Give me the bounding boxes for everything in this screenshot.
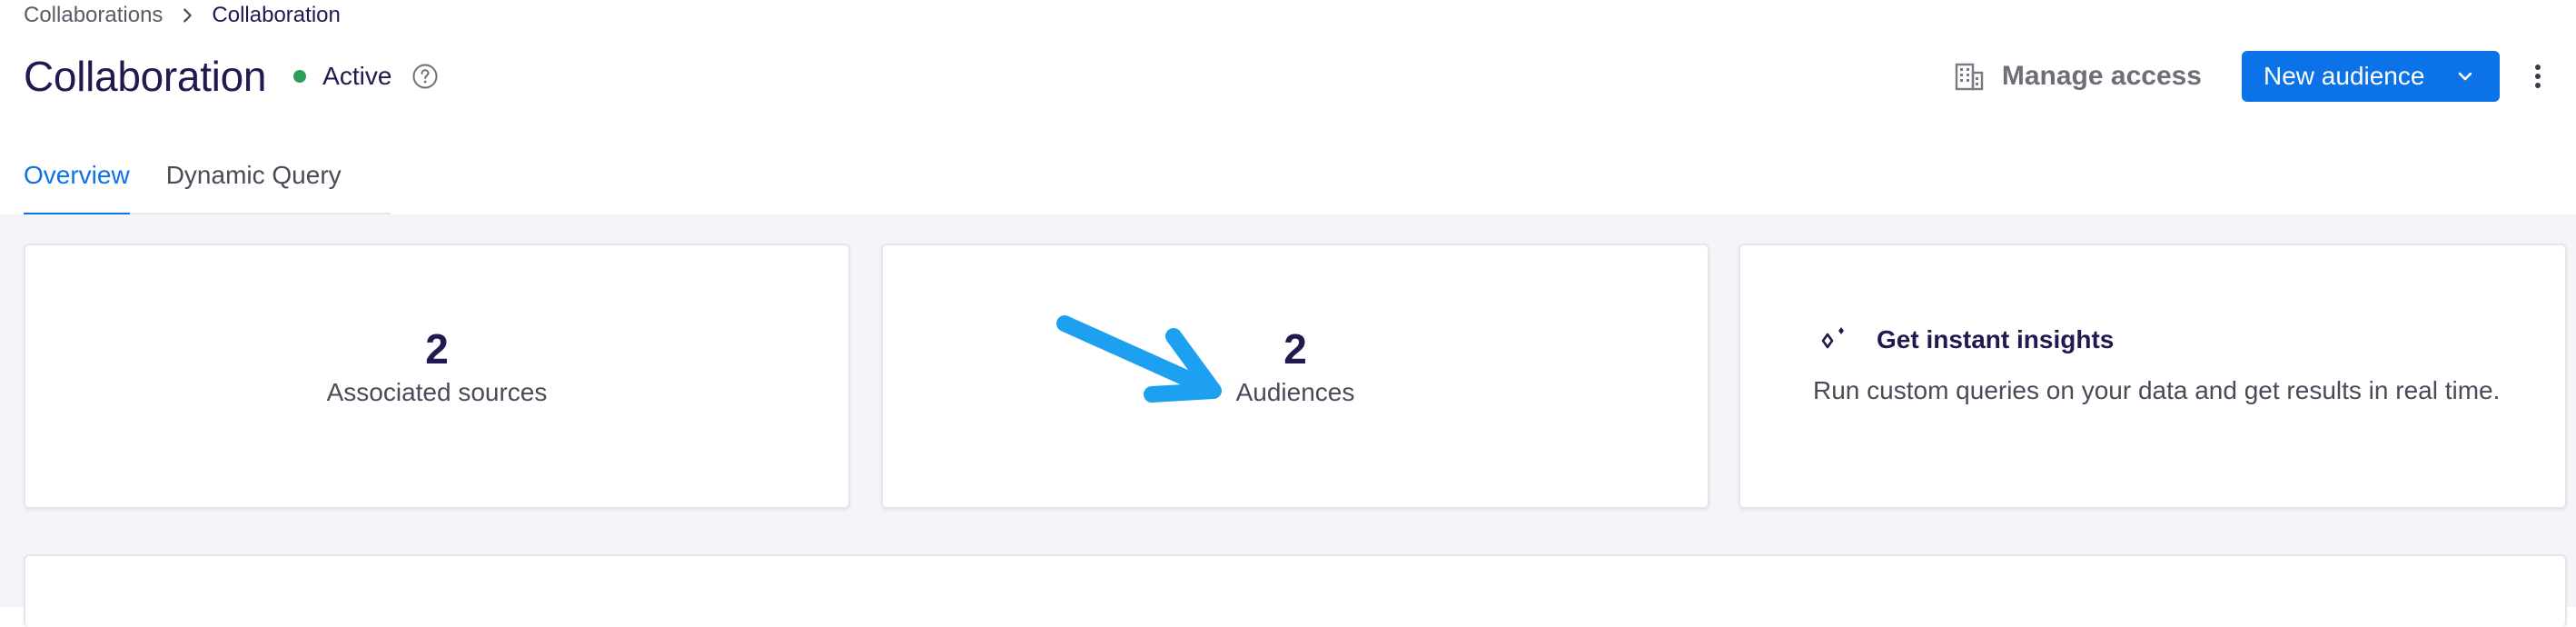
chevron-right-icon	[183, 8, 193, 23]
page-header: Collaborations Collaboration Collaborati…	[0, 0, 2576, 216]
annotation-arrow-icon	[1056, 315, 1222, 403]
associated-sources-card[interactable]: 2 Associated sources	[24, 244, 850, 509]
more-options-button[interactable]	[2518, 51, 2558, 102]
manage-access-label: Manage access	[2001, 61, 2202, 91]
tab-bar: Overview Dynamic Query	[24, 136, 391, 216]
tab-overview[interactable]: Overview	[24, 136, 130, 216]
building-icon	[1955, 63, 1984, 91]
breadcrumb: Collaborations Collaboration	[24, 0, 341, 31]
overview-content: 2 Associated sources 2 Audiences Get ins…	[0, 214, 2576, 627]
page-title: Collaboration	[24, 53, 267, 100]
status-badge: Active	[293, 62, 391, 91]
new-audience-button[interactable]: New audience	[2242, 51, 2500, 102]
more-vertical-icon	[2535, 65, 2541, 88]
sparkle-icon	[1821, 327, 1844, 349]
associated-sources-stat: 2 Associated sources	[25, 322, 848, 407]
lower-panel	[24, 554, 2567, 627]
breadcrumb-current: Collaboration	[212, 3, 341, 27]
manage-access-button[interactable]: Manage access	[1953, 60, 2202, 93]
chevron-down-icon	[2458, 72, 2472, 81]
audiences-label: Audiences	[1235, 378, 1355, 406]
audiences-stat: 2 Audiences	[883, 322, 1708, 407]
tab-dynamic-query[interactable]: Dynamic Query	[166, 136, 342, 214]
status-dot	[293, 70, 307, 83]
insights-title: Get instant insights	[1877, 325, 2115, 353]
status-label: Active	[322, 62, 392, 90]
audiences-card[interactable]: 2 Audiences	[881, 244, 1709, 509]
associated-sources-count: 2	[425, 325, 449, 373]
header-actions: Manage access New audience	[1953, 51, 2576, 102]
insights-description: Run custom queries on your data and get …	[1813, 376, 2501, 404]
insights-heading: Get instant insights	[1817, 322, 2114, 358]
title-row: Collaboration Active	[24, 49, 439, 104]
instant-insights-card[interactable]: Get instant insights Run custom queries …	[1739, 244, 2567, 509]
new-audience-label: New audience	[2264, 62, 2425, 90]
audiences-count: 2	[1283, 325, 1307, 373]
help-circle-icon[interactable]	[411, 63, 439, 90]
breadcrumb-collaborations[interactable]: Collaborations	[24, 3, 163, 28]
associated-sources-label: Associated sources	[326, 378, 548, 406]
